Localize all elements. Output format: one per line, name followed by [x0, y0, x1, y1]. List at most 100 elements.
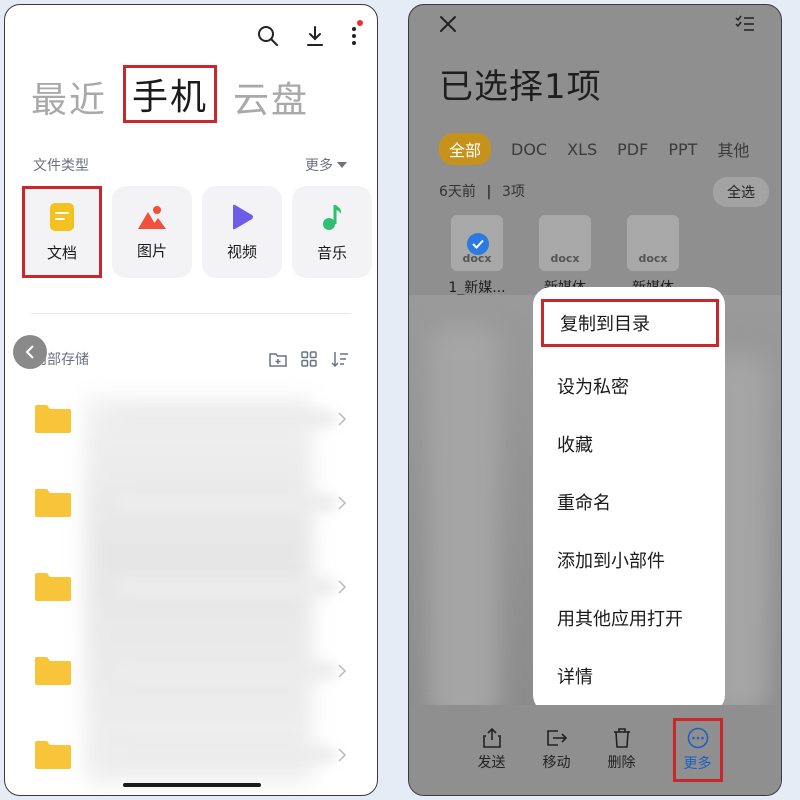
- chevron-left-icon: [25, 345, 34, 359]
- type-label: 视频: [226, 242, 257, 261]
- separator: |: [486, 184, 492, 200]
- select-all-button[interactable]: 全选: [713, 177, 769, 207]
- folder-name-blurred: [115, 746, 337, 764]
- type-videos[interactable]: 视频: [202, 186, 282, 278]
- divider: [31, 313, 351, 314]
- bottom-action-bar: 发送 移动 删除 更多: [409, 705, 781, 795]
- folder-row[interactable]: [5, 629, 377, 713]
- back-button[interactable]: [13, 335, 47, 369]
- folder-list: [5, 377, 377, 795]
- folder-name-blurred: [115, 578, 337, 596]
- folder-row[interactable]: [5, 461, 377, 545]
- filter-xls[interactable]: XLS: [567, 140, 597, 159]
- home-indicator[interactable]: [123, 783, 261, 787]
- date-label: 6天前: [439, 184, 476, 200]
- folder-name-blurred: [115, 410, 337, 428]
- folder-icon: [35, 405, 71, 433]
- more-actions-menu: 复制到目录 设为私密 收藏 重命名 添加到小部件 用其他应用打开 详情: [533, 287, 725, 713]
- file-thumbnail: docx: [451, 215, 503, 271]
- left-phone-screen: 最近 手机 云盘 文件类型 更多 文档 图片 视频 音乐 内部存储: [4, 4, 378, 796]
- type-documents[interactable]: 文档: [22, 186, 102, 278]
- image-icon: [138, 205, 166, 229]
- folder-row[interactable]: [5, 377, 377, 461]
- more-label: 更多: [683, 756, 712, 772]
- folder-icon: [35, 657, 71, 685]
- selection-title: 已选择1项: [439, 67, 602, 107]
- more-label: 更多: [305, 158, 333, 174]
- filter-tabs: 全部 DOC XLS PDF PPT 其他: [439, 133, 749, 165]
- type-label: 音乐: [316, 243, 347, 262]
- menu-open-with[interactable]: 用其他应用打开: [533, 589, 725, 647]
- type-music[interactable]: 音乐: [292, 186, 372, 278]
- filter-all[interactable]: 全部: [439, 133, 492, 165]
- more-options-button[interactable]: [351, 20, 363, 46]
- folder-icon: [35, 489, 71, 517]
- filter-other[interactable]: 其他: [717, 137, 749, 161]
- folder-icon: [35, 573, 71, 601]
- file-grid: docx 1_新媒... docx 新媒体 docx 新媒体: [443, 215, 687, 297]
- chevron-right-icon: [338, 580, 347, 594]
- download-icon[interactable]: [305, 25, 325, 47]
- send-label: 发送: [477, 755, 506, 771]
- file-item[interactable]: docx 1_新媒...: [443, 215, 511, 297]
- chevron-right-icon: [338, 664, 347, 678]
- chevron-down-icon: [337, 162, 347, 168]
- more-types-button[interactable]: 更多: [305, 155, 347, 175]
- type-images[interactable]: 图片: [112, 186, 192, 278]
- file-types-heading: 文件类型: [33, 158, 89, 174]
- menu-copy-to-directory[interactable]: 复制到目录: [541, 299, 719, 347]
- sort-icon[interactable]: [331, 351, 349, 367]
- menu-details[interactable]: 详情: [533, 647, 725, 705]
- file-item[interactable]: docx 新媒体: [619, 215, 687, 297]
- chevron-right-icon: [338, 412, 347, 426]
- folder-row[interactable]: [5, 545, 377, 629]
- music-icon: [323, 204, 342, 230]
- menu-set-private[interactable]: 设为私密: [533, 357, 725, 415]
- right-phone-screen: 已选择1项 全部 DOC XLS PDF PPT 其他 6天前 | 3项 全选 …: [408, 4, 782, 796]
- tab-cloud[interactable]: 云盘: [233, 71, 309, 123]
- main-tabs: 最近 手机 云盘: [31, 65, 309, 123]
- storage-header: 内部存储: [33, 349, 349, 369]
- type-label: 图片: [136, 241, 167, 260]
- video-icon: [233, 204, 253, 229]
- selection-header: [439, 15, 755, 33]
- tab-recent[interactable]: 最近: [31, 71, 107, 123]
- menu-rename[interactable]: 重命名: [533, 473, 725, 531]
- storage-label: 内部存储: [33, 352, 89, 368]
- vertical-dots-icon: [352, 27, 356, 45]
- move-button[interactable]: 移动: [543, 728, 571, 772]
- move-label: 移动: [542, 755, 571, 771]
- folder-icon: [35, 741, 71, 769]
- checklist-icon[interactable]: [735, 15, 755, 33]
- delete-label: 删除: [607, 755, 636, 771]
- trash-icon: [613, 728, 630, 748]
- file-type-grid: 文档 图片 视频 音乐: [22, 186, 372, 278]
- delete-button[interactable]: 删除: [608, 728, 636, 772]
- file-thumbnail: docx: [539, 215, 591, 271]
- type-label: 文档: [46, 243, 77, 262]
- new-folder-icon[interactable]: [269, 351, 287, 367]
- search-icon[interactable]: [257, 25, 279, 47]
- filter-pdf[interactable]: PDF: [617, 140, 648, 159]
- move-icon: [546, 730, 567, 746]
- document-icon: [50, 202, 74, 231]
- menu-favorite[interactable]: 收藏: [533, 415, 725, 473]
- chevron-right-icon: [338, 496, 347, 510]
- folder-name-blurred: [115, 494, 337, 512]
- file-name: 1_新媒...: [448, 280, 506, 296]
- filter-ppt[interactable]: PPT: [668, 140, 697, 159]
- close-icon[interactable]: [439, 15, 457, 33]
- more-circle-icon: [687, 727, 708, 749]
- selected-check-icon[interactable]: [467, 233, 489, 255]
- menu-add-widget[interactable]: 添加到小部件: [533, 531, 725, 589]
- send-button[interactable]: 发送: [478, 728, 506, 772]
- top-toolbar: [257, 20, 363, 47]
- chevron-right-icon: [338, 748, 347, 762]
- file-item[interactable]: docx 新媒体: [531, 215, 599, 297]
- filter-doc[interactable]: DOC: [511, 140, 547, 159]
- notification-dot: [357, 20, 363, 26]
- file-ext: docx: [550, 252, 580, 265]
- tab-phone[interactable]: 手机: [123, 65, 218, 123]
- grid-view-icon[interactable]: [301, 351, 317, 367]
- more-button[interactable]: 更多: [672, 718, 723, 782]
